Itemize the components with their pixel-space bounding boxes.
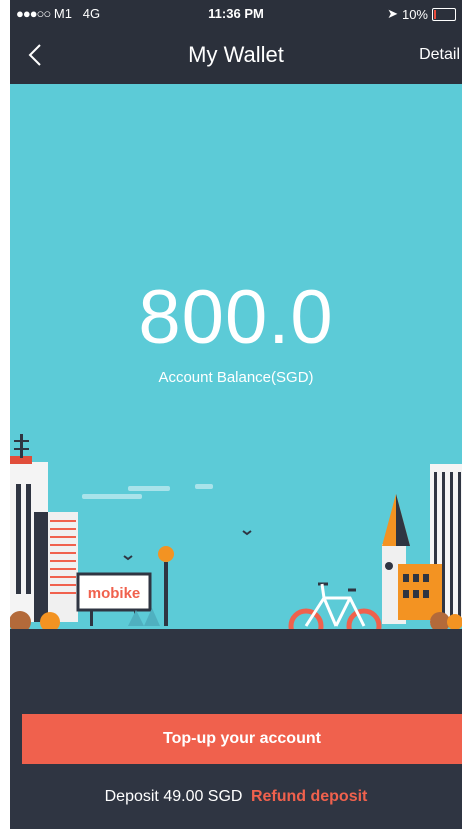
battery-level-fill xyxy=(434,9,436,19)
status-bar: ●●●○○ M1 4G 11:36 PM ➤ 10% xyxy=(10,0,462,28)
bike-icon xyxy=(288,582,382,629)
refund-deposit-link[interactable]: Refund deposit xyxy=(251,788,367,805)
account-balance-label: Account Balance(SGD) xyxy=(158,369,314,386)
wallet-screen: ●●●○○ M1 4G 11:36 PM ➤ 10% My Wallet Det… xyxy=(10,0,462,829)
location-arrow-icon: ➤ xyxy=(387,6,398,21)
deposit-row: Deposit 49.00 SGD Refund deposit xyxy=(10,788,462,806)
battery-percent: 10% xyxy=(401,6,428,22)
page-title: My Wallet xyxy=(188,42,284,67)
deposit-amount: Deposit 49.00 SGD xyxy=(104,788,243,805)
battery-icon xyxy=(432,7,456,21)
status-right: ➤ 10% xyxy=(387,6,456,22)
account-balance: 800.0 xyxy=(138,275,334,360)
mobike-sign: mobike xyxy=(88,585,141,602)
topup-button[interactable]: Top-up your account xyxy=(22,714,462,764)
nav-bar: My Wallet Detail xyxy=(10,28,462,84)
balance-hero: mobike 800.0 Account Balance(SGD) xyxy=(10,84,462,629)
detail-button[interactable]: Detail xyxy=(419,46,460,64)
